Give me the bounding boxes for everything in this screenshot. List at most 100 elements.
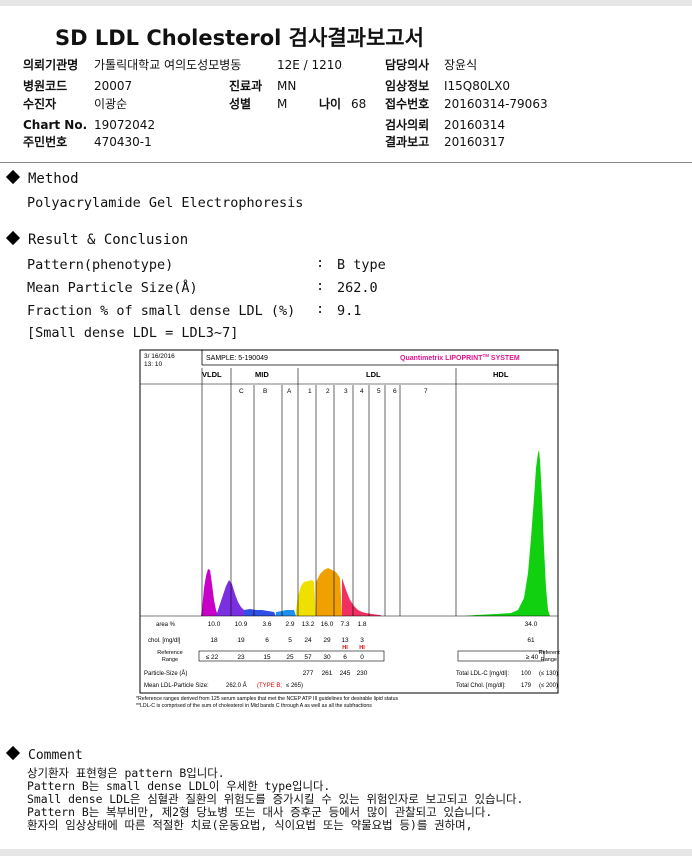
group-ldl: LDL [366, 370, 381, 379]
method-heading: Method [5, 169, 79, 187]
area-vldl: 10.0 [208, 621, 221, 628]
chart-brand-suffix: SYSTEM [489, 355, 520, 362]
comment-heading-text: Comment [28, 748, 83, 763]
ref-label-line2: Range [162, 657, 178, 663]
ref-3: 6 [343, 654, 347, 661]
small-dense-note: [Small dense LDL = LDL3~7] [27, 325, 239, 341]
ref-right-line1: Reference [539, 650, 560, 656]
hi-flag-3: HI [342, 645, 348, 651]
receipt-value: 20160314-79063 [444, 97, 548, 111]
ref-b: 15 [263, 654, 271, 661]
chol-4: 3 [360, 637, 364, 644]
resident-value: 470430-1 [94, 135, 152, 149]
patient-label: 수진자 [23, 97, 57, 111]
band-3: 3 [344, 388, 348, 395]
row-chol-label: chol. [mg/dl] [148, 638, 181, 644]
chart-brand-name: Quantimetrix LIPOPRINT [400, 355, 483, 362]
hospital-code-label: 병원코드 [23, 79, 68, 93]
fraction-value: 9.1 [337, 303, 362, 319]
area-1: 13.2 [302, 621, 315, 628]
band-b: B [263, 388, 267, 395]
mean-size-value: 262.0 Å [226, 682, 247, 689]
header-divider [0, 162, 692, 163]
bullet-diamond-icon [5, 745, 21, 761]
area-4: 1.8 [357, 621, 366, 628]
band-2: 2 [326, 388, 330, 395]
fraction-label: Fraction % of small dense LDL (%) [27, 303, 296, 319]
chart-date: 3/ 16/2016 [144, 353, 175, 360]
area-hdl: 34.0 [525, 621, 538, 628]
chol-2: 29 [323, 637, 331, 644]
chart-footnote-1: *Reference ranges derived from 125 serum… [136, 696, 399, 702]
ref-4: 0 [360, 654, 364, 661]
chol-1: 24 [304, 637, 312, 644]
row-area-label: area % [156, 622, 176, 628]
lipoprint-chart: 3/ 16/2016 13: 10 SAMPLE: 5-190049 Quant… [136, 348, 564, 713]
chart-no-value: 19072042 [94, 118, 156, 132]
request-label: 검사의뢰 [385, 118, 430, 132]
chart-time: 13: 10 [144, 361, 162, 368]
ref-right-line2: Range [541, 657, 557, 663]
group-hdl: HDL [493, 370, 509, 379]
size-2: 261 [322, 670, 333, 677]
band-a: A [287, 388, 292, 395]
clinical-value: I15Q80LX0 [444, 79, 511, 93]
chart-no-label: Chart No. [23, 118, 88, 132]
chart-footnote-2: **LDL-C is comprised of the sum of chole… [136, 703, 372, 709]
ref-label-line1: Reference [157, 650, 182, 656]
lipoprint-svg: 3/ 16/2016 13: 10 SAMPLE: 5-190049 Quant… [136, 348, 564, 713]
dept-value: MN [277, 79, 297, 93]
comment-line: 환자의 임상상태에 따른 적절한 치료(운동요법, 식이요법 또는 약물요법 등… [27, 818, 473, 832]
size-4: 230 [357, 670, 368, 677]
peak-ldl2 [316, 568, 342, 616]
area-3: 7.3 [340, 621, 349, 628]
age-label: 나이 [319, 97, 342, 111]
band-7: 7 [424, 388, 428, 395]
request-value: 20160314 [444, 118, 506, 132]
total-chol-label: Total Chol. [mg/dl]: [456, 683, 506, 689]
doctor-label: 담당의사 [385, 58, 430, 72]
hi-flag-4: HI [359, 645, 365, 651]
dept-label: 진료과 [229, 79, 263, 93]
ref-c: 23 [237, 654, 245, 661]
total-chol-ref: (≤ 200) [539, 683, 558, 689]
size-value: 262.0 [337, 280, 378, 296]
report-date-value: 20160317 [444, 135, 506, 149]
mean-size-ref: ≤ 265) [286, 683, 303, 689]
report-title: SD LDL Cholesterol 검사결과보고서 [55, 26, 424, 50]
clinical-label: 임상정보 [385, 79, 430, 93]
group-vldl: VLDL [202, 370, 222, 379]
band-4: 4 [360, 388, 364, 395]
result-heading-text: Result & Conclusion [28, 232, 189, 248]
institution-value: 가톨릭대학교 여의도성모병동 [94, 58, 242, 72]
method-value: Polyacrylamide Gel Electrophoresis [27, 195, 304, 211]
bottom-band [0, 849, 692, 856]
pattern-colon: : [316, 255, 325, 271]
chol-vldl: 18 [210, 637, 218, 644]
sex-value: M [277, 97, 288, 111]
area-b: 3.6 [262, 621, 271, 628]
ref-2: 30 [323, 654, 331, 661]
ref-hdl: ≥ 40 [526, 654, 539, 661]
bullet-diamond-icon [5, 169, 21, 185]
chol-a: 5 [288, 637, 292, 644]
receipt-label: 접수번호 [385, 97, 430, 111]
area-a: 2.9 [285, 621, 294, 628]
pattern-value: B type [337, 257, 386, 273]
report-date-label: 결과보고 [385, 135, 430, 149]
chart-sample: SAMPLE: 5-190049 [206, 355, 268, 362]
ref-vldl: ≤ 22 [206, 654, 219, 661]
mean-size-type: (TYPE B; [257, 683, 282, 689]
age-value: 68 [351, 97, 367, 111]
top-band [0, 0, 692, 6]
area-2: 16.0 [321, 621, 334, 628]
size-label: Mean Particle Size(Å) [27, 280, 198, 296]
mean-size-label: Mean LDL-Particle Size: [144, 683, 209, 689]
hospital-code-value: 20007 [94, 79, 133, 93]
group-mid: MID [255, 370, 269, 379]
sex-label: 성별 [229, 97, 252, 111]
comment-heading: Comment [5, 745, 83, 763]
band-5: 5 [377, 388, 381, 395]
total-ldl-value: 100 [521, 671, 532, 677]
chol-c: 19 [237, 637, 245, 644]
